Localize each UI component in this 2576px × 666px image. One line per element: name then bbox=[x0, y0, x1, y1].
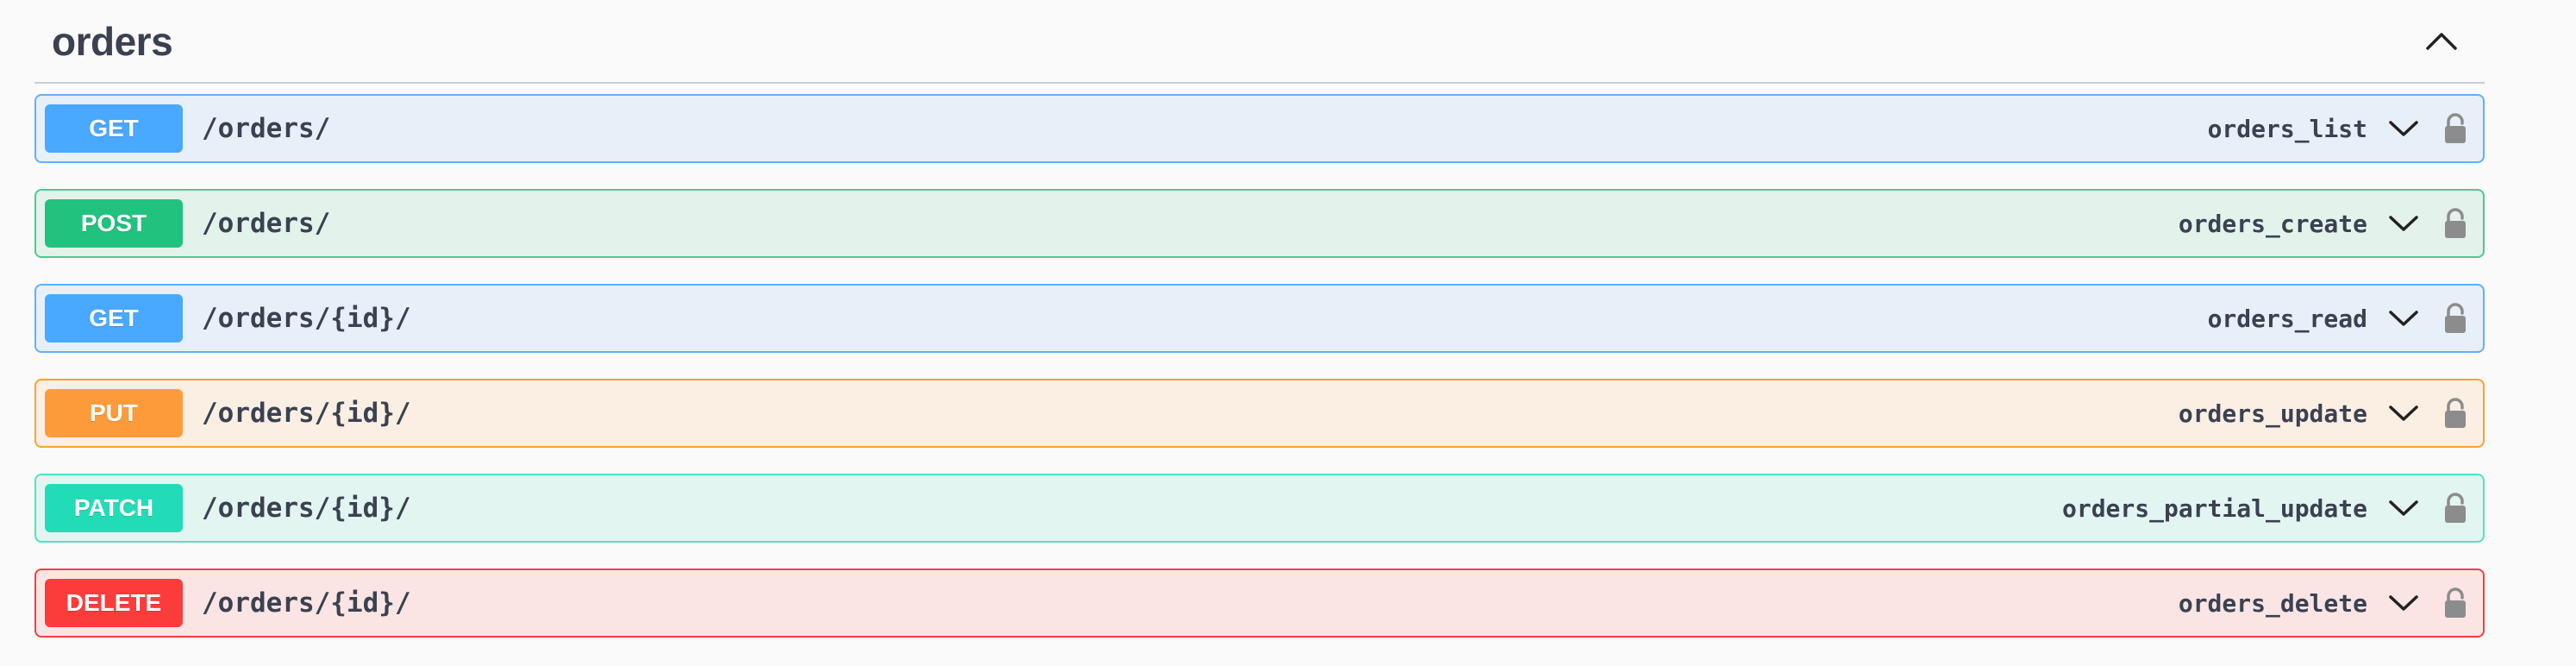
operation-block[interactable]: PUT /orders/{id}/ orders_update bbox=[34, 379, 2485, 448]
method-badge: PUT bbox=[45, 389, 183, 437]
chevron-down-icon[interactable] bbox=[2385, 489, 2423, 527]
operation-id: orders_list bbox=[2207, 114, 2367, 143]
method-badge: GET bbox=[45, 294, 183, 342]
operation-block[interactable]: POST /orders/ orders_create bbox=[34, 189, 2485, 258]
operation-id: orders_read bbox=[2207, 304, 2367, 333]
operation-path: /orders/{id}/ bbox=[202, 493, 411, 524]
operation-id: orders_delete bbox=[2178, 588, 2367, 618]
operation-path: /orders/{id}/ bbox=[202, 398, 411, 429]
lock-icon[interactable] bbox=[2438, 204, 2473, 242]
tag-section-orders: orders GET /orders/ orders_list POST /or… bbox=[34, 0, 2485, 663]
lock-icon[interactable] bbox=[2438, 110, 2473, 148]
chevron-down-icon[interactable] bbox=[2385, 110, 2423, 148]
operation-block[interactable]: DELETE /orders/{id}/ orders_delete bbox=[34, 569, 2485, 638]
operation-path: /orders/ bbox=[202, 208, 331, 239]
method-badge: PATCH bbox=[45, 484, 183, 532]
operation-block[interactable]: GET /orders/{id}/ orders_read bbox=[34, 284, 2485, 353]
lock-icon[interactable] bbox=[2438, 394, 2473, 432]
operation-block[interactable]: PATCH /orders/{id}/ orders_partial_updat… bbox=[34, 474, 2485, 543]
tag-title: orders bbox=[52, 18, 173, 64]
method-badge: GET bbox=[45, 104, 183, 153]
chevron-up-icon[interactable] bbox=[2416, 16, 2467, 67]
chevron-down-icon[interactable] bbox=[2385, 394, 2423, 432]
method-badge: DELETE bbox=[45, 579, 183, 627]
lock-icon[interactable] bbox=[2438, 299, 2473, 337]
lock-icon[interactable] bbox=[2438, 584, 2473, 622]
operation-block[interactable]: GET /orders/ orders_list bbox=[34, 94, 2485, 163]
operation-path: /orders/ bbox=[202, 113, 331, 144]
operation-id: orders_create bbox=[2178, 209, 2367, 238]
chevron-down-icon[interactable] bbox=[2385, 584, 2423, 622]
tag-header[interactable]: orders bbox=[34, 0, 2485, 84]
lock-icon[interactable] bbox=[2438, 489, 2473, 527]
chevron-down-icon[interactable] bbox=[2385, 204, 2423, 242]
operations-list: GET /orders/ orders_list POST /orders/ o… bbox=[34, 94, 2485, 638]
operation-id: orders_update bbox=[2178, 399, 2367, 428]
operation-path: /orders/{id}/ bbox=[202, 587, 411, 619]
operation-path: /orders/{id}/ bbox=[202, 303, 411, 334]
chevron-down-icon[interactable] bbox=[2385, 299, 2423, 337]
operation-id: orders_partial_update bbox=[2061, 493, 2367, 523]
method-badge: POST bbox=[45, 199, 183, 248]
